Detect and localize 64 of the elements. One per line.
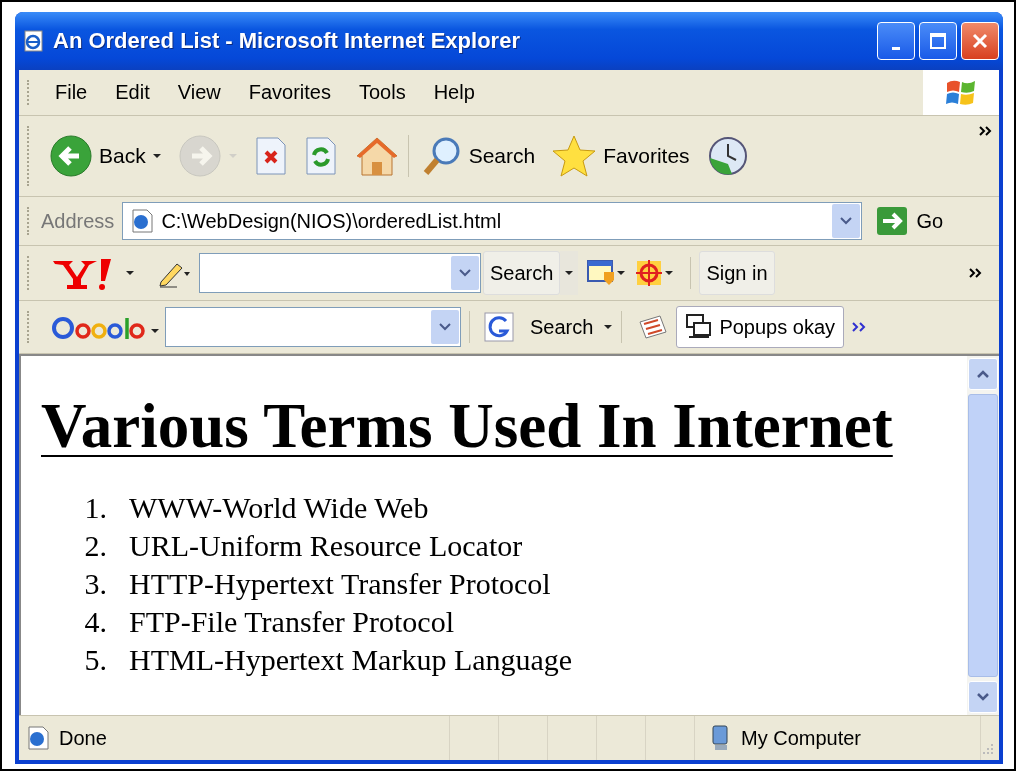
window-shield-icon[interactable] (586, 258, 627, 288)
back-button[interactable]: Back (41, 134, 170, 178)
menu-item[interactable]: Favorites (234, 81, 345, 104)
scroll-up-button[interactable] (968, 358, 998, 390)
address-field[interactable]: C:\WebDesign(NIOS)\orderedList.html (122, 202, 863, 240)
crosshair-icon[interactable] (634, 258, 675, 288)
address-label: Address (41, 209, 115, 233)
list-number: 2. (83, 528, 108, 564)
sign-in-button[interactable]: Sign in (699, 251, 775, 295)
list-item-text: WWW-World Wide Web (129, 490, 429, 526)
popup-windows-icon (685, 313, 714, 341)
list-number: 4. (83, 604, 108, 640)
page-icon (25, 725, 51, 751)
vertical-scrollbar[interactable] (967, 356, 999, 715)
star-icon (551, 134, 598, 178)
more-chevron-icon[interactable] (979, 126, 993, 136)
dropdown-arrow-icon (151, 152, 162, 160)
list-number: 1. (83, 490, 108, 526)
more-chevron-icon[interactable] (969, 268, 983, 278)
menu-item[interactable]: Edit (101, 81, 164, 104)
more-chevron-icon[interactable] (852, 322, 868, 332)
menu-item[interactable]: Tools (344, 81, 420, 104)
search-field[interactable] (165, 307, 461, 347)
refresh-page-icon (303, 135, 338, 177)
page-icon (129, 208, 156, 234)
window-title: An Ordered List - Microsoft Internet Explorer (53, 28, 521, 54)
arrow-circle-icon (49, 134, 93, 178)
menu-item[interactable]: View (163, 81, 235, 104)
go-button[interactable]: Go (870, 205, 950, 237)
search-button[interactable]: Search (520, 315, 604, 339)
ie-logo-icon (23, 30, 45, 52)
search-field[interactable] (199, 253, 481, 293)
search-button[interactable]: Search (483, 251, 561, 295)
list-number: 3. (83, 566, 108, 602)
close-button[interactable] (961, 22, 999, 60)
caret-down-icon (976, 692, 990, 702)
minimize-button[interactable] (877, 22, 915, 60)
page-heading: Various Terms Used In Internet (41, 390, 894, 463)
g-logo-icon[interactable] (484, 312, 514, 342)
dropdown-arrow-icon (227, 152, 238, 160)
maximize-icon (929, 32, 947, 50)
scroll-down-button[interactable] (968, 681, 998, 713)
minimize-icon (892, 46, 900, 50)
stop-page-icon (253, 135, 288, 177)
maximize-button[interactable] (919, 22, 957, 60)
list-item-text: URL-Uniform Resource Locator (129, 528, 523, 564)
menu-item[interactable]: File (41, 81, 102, 104)
caret-up-icon (976, 369, 990, 379)
dropdown-arrow-icon[interactable] (125, 269, 135, 277)
arrow-circle-icon (177, 134, 222, 178)
list-item-text: FTP-File Transfer Protocol (129, 604, 455, 640)
menu-item[interactable]: Help (419, 81, 489, 104)
dropdown-arrow-icon[interactable] (603, 323, 614, 331)
list-number: 5. (83, 642, 108, 678)
list-item-text: HTML-Hypertext Markup Language (129, 642, 573, 678)
zone-text: My Computer (741, 726, 862, 750)
list-item-text: HTTP-Hypertext Transfer Protocol (129, 566, 551, 602)
resize-grip-icon[interactable] (981, 742, 995, 756)
popups-okay-button[interactable]: Popups okay (676, 306, 844, 348)
status-text: Done (59, 726, 107, 750)
favorites-button[interactable]: Favorites (543, 134, 698, 178)
search-button[interactable]: Search (407, 135, 544, 177)
close-icon (971, 32, 989, 50)
scroll-thumb[interactable] (968, 394, 998, 677)
